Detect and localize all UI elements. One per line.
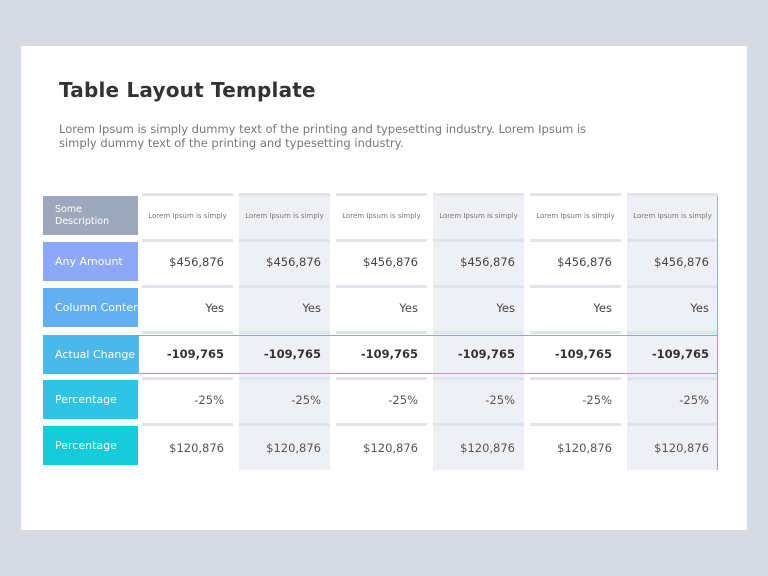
table-cell: $120,876 — [239, 423, 330, 470]
table-cell: $456,876 — [336, 239, 427, 282]
table-right-border — [717, 196, 718, 470]
table-column: Lorem Ipsum is simply $456,876 Yes -109,765… — [336, 193, 427, 470]
table-cell: -109,765 — [142, 331, 233, 374]
table-cell: -109,765 — [530, 331, 621, 374]
row-label: Column Content — [43, 288, 138, 327]
table-cell: -25% — [142, 377, 233, 420]
table-cell: -25% — [627, 377, 718, 420]
column-header: Lorem Ipsum is simply — [530, 193, 621, 236]
table-cell: Yes — [239, 285, 330, 328]
table-cell: $120,876 — [142, 423, 233, 470]
table-column: Lorem Ipsum is simply $456,876 Yes -109,765… — [239, 193, 330, 470]
page-description: Lorem Ipsum is simply dummy text of the … — [59, 122, 587, 150]
row-label: Any Amount — [43, 242, 138, 281]
slide: Table Layout Template Lorem Ipsum is sim… — [21, 46, 747, 530]
table-column: Lorem Ipsum is simply $456,876 Yes -109,765… — [433, 193, 524, 470]
table-cell: Yes — [142, 285, 233, 328]
table-cell: Yes — [530, 285, 621, 328]
table-cell: -25% — [336, 377, 427, 420]
table-cell: -109,765 — [239, 331, 330, 374]
table-cell: $120,876 — [627, 423, 718, 470]
column-header: Lorem Ipsum is simply — [433, 193, 524, 236]
table-column: Lorem Ipsum is simply $456,876 Yes -109,765… — [627, 193, 718, 470]
column-header: Lorem Ipsum is simply — [336, 193, 427, 236]
page-title: Table Layout Template — [59, 78, 316, 102]
table-cell: Yes — [336, 285, 427, 328]
table-cell: $456,876 — [530, 239, 621, 282]
table-cell: -109,765 — [627, 331, 718, 374]
row-label: Actual Change — [43, 335, 138, 374]
table-cell: $120,876 — [433, 423, 524, 470]
table-column: Lorem Ipsum is simply $456,876 Yes -109,765… — [142, 193, 233, 470]
column-header: Lorem Ipsum is simply — [627, 193, 718, 236]
column-header: Lorem Ipsum is simply — [239, 193, 330, 236]
table-cell: -25% — [239, 377, 330, 420]
table-cell: $456,876 — [627, 239, 718, 282]
table-cell: $456,876 — [142, 239, 233, 282]
column-header: Lorem Ipsum is simply — [142, 193, 233, 236]
table-cell: $120,876 — [530, 423, 621, 470]
table-cell: $120,876 — [336, 423, 427, 470]
table-cell: -109,765 — [336, 331, 427, 374]
table-cell: $456,876 — [433, 239, 524, 282]
row-label: Percentage — [43, 380, 138, 419]
table-cell: Yes — [627, 285, 718, 328]
table-cell: -25% — [433, 377, 524, 420]
table-cell: Yes — [433, 285, 524, 328]
row-label: Percentage — [43, 426, 138, 465]
table-cell: -25% — [530, 377, 621, 420]
row-label-header: Some Description — [43, 196, 138, 235]
table-cell: $456,876 — [239, 239, 330, 282]
table-column: Lorem Ipsum is simply $456,876 Yes -109,765… — [530, 193, 621, 470]
table-cell: -109,765 — [433, 331, 524, 374]
